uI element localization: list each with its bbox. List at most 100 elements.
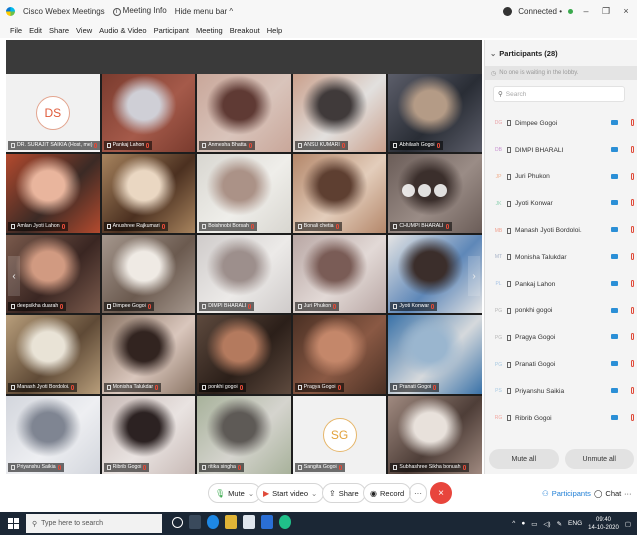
video-tile[interactable]: ANSU KUMARI [292, 74, 387, 153]
video-tile[interactable]: Boishnobi Borsah [197, 154, 291, 233]
menu-item-file[interactable]: File [10, 26, 22, 35]
video-tile[interactable]: Ribrib Gogoi [101, 395, 196, 474]
participant-row[interactable]: PG ponkhi gogoi [485, 298, 637, 325]
video-tile[interactable]: Anmesha Bhatta [197, 74, 291, 153]
video-tile[interactable]: DIMPI BHARALI [197, 234, 291, 314]
pin-icon[interactable] [402, 184, 416, 198]
participant-row[interactable]: MB Manash Jyoti Bordoloi. [485, 217, 637, 244]
video-tile[interactable]: Priyanshu Saikia [6, 395, 100, 474]
muted-mic-icon[interactable] [631, 306, 634, 314]
menu-item-view[interactable]: View [76, 26, 92, 35]
participant-row[interactable]: JK Jyoti Konwar [485, 190, 637, 217]
share-button[interactable]: ⇪ Share [322, 483, 366, 503]
muted-mic-icon[interactable] [631, 119, 634, 126]
video-tile[interactable]: ponkhi gogoi [197, 315, 291, 394]
mute-all-button[interactable]: Mute all [489, 449, 559, 469]
video-tile[interactable]: Juri Phukon [292, 234, 387, 314]
video-tile[interactable]: Subhashree Sikha bonuah [388, 395, 482, 474]
menu-item-help[interactable]: Help [267, 26, 282, 35]
language-indicator[interactable]: ENG [568, 520, 582, 527]
muted-mic-icon[interactable] [631, 279, 634, 287]
muted-mic-icon[interactable] [631, 360, 634, 368]
edge-browser-icon[interactable] [207, 515, 219, 529]
unmute-all-button[interactable]: Unmute all [564, 449, 634, 469]
windows-start-icon[interactable] [8, 518, 19, 529]
video-tile[interactable]: Manash Jyoti Bordoloi. [6, 315, 100, 394]
participant-row[interactable]: MT Monisha Talukdar [485, 244, 637, 271]
hide-menu-bar-button[interactable]: Hide menu bar ^ [175, 7, 233, 16]
muted-mic-icon[interactable] [631, 145, 634, 153]
video-tile[interactable]: Dimpee Gogoi [101, 234, 196, 314]
cortana-icon[interactable] [172, 516, 183, 528]
participant-row[interactable]: DB DIMPI BHARALI [485, 137, 637, 164]
record-button[interactable]: ◉ Record [363, 483, 412, 503]
taskbar-search-box[interactable]: ⚲ Type here to search [26, 514, 162, 533]
restore-button[interactable]: ❐ [599, 6, 613, 17]
participant-row[interactable]: PS Priyanshu Saikia [485, 378, 637, 405]
webex-taskbar-icon[interactable] [279, 515, 291, 529]
chat-panel-button[interactable]: ◯ Chat [594, 483, 621, 503]
mail-icon[interactable] [261, 515, 273, 529]
network-icon[interactable]: ▭ [531, 520, 537, 528]
store-icon[interactable] [243, 515, 255, 529]
connection-status[interactable]: Connected • [518, 7, 562, 16]
muted-mic-icon[interactable] [631, 386, 634, 394]
muted-mic-icon[interactable] [631, 333, 634, 341]
system-clock[interactable]: 09:40 14-10-2020 [588, 516, 619, 532]
next-page-arrow-icon[interactable]: › [468, 256, 480, 296]
video-tile[interactable]: Pranati Gogoi [388, 315, 482, 394]
video-tile[interactable]: DS DR. SURAJIT SAIKIA (Host, me) [6, 74, 100, 153]
end-meeting-button[interactable]: × [430, 482, 452, 504]
close-window-button[interactable]: × [619, 6, 633, 16]
muted-mic-icon[interactable] [631, 172, 634, 180]
task-view-icon[interactable] [189, 515, 201, 529]
muted-mic-icon[interactable] [631, 199, 634, 207]
video-tile[interactable]: Anushree Rajkumari [101, 154, 196, 233]
minimize-button[interactable]: – [579, 6, 593, 16]
previous-page-arrow-icon[interactable]: ‹ [8, 256, 20, 296]
start-video-button[interactable]: ▶ Start video ⌄ [256, 483, 325, 503]
video-tile[interactable]: Amlan Jyoti Lahon [6, 154, 100, 233]
menu-item-audio-video[interactable]: Audio & Video [99, 26, 146, 35]
menu-item-edit[interactable]: Edit [29, 26, 42, 35]
tray-chevron-icon[interactable]: ^ [512, 520, 515, 527]
participant-search-input[interactable]: ⚲ Search [493, 86, 625, 102]
video-tile[interactable]: ritika singha [197, 395, 291, 474]
muted-mic-icon[interactable] [631, 413, 634, 421]
muted-mic-icon[interactable] [631, 252, 634, 260]
mute-button[interactable]: 🎙 Mute ⌄ [208, 483, 262, 503]
pen-icon[interactable]: ✎ [557, 520, 562, 528]
video-tile[interactable]: Pankaj Lahon [101, 74, 196, 153]
menu-item-breakout[interactable]: Breakout [230, 26, 260, 35]
muted-mic-icon[interactable] [631, 226, 634, 234]
person-icon[interactable]: ● [521, 520, 525, 527]
participant-row[interactable]: PG Pranati Gogoi [485, 351, 637, 378]
video-tile[interactable]: deepsikha duarah [6, 234, 100, 314]
video-tile[interactable]: Pragya Gogoi [292, 315, 387, 394]
chevron-down-icon[interactable]: ⌄ [311, 489, 317, 498]
volume-icon[interactable]: ◁) [543, 520, 550, 528]
file-explorer-icon[interactable] [225, 515, 237, 529]
video-tile[interactable]: Bonali chetia [292, 154, 387, 233]
participant-row[interactable]: RG Ribrib Gogoi [485, 405, 637, 432]
notification-icon[interactable]: ▢ [625, 520, 631, 528]
collapse-chevron-icon[interactable]: ⌄ [490, 49, 496, 58]
chevron-down-icon[interactable]: ⌄ [248, 489, 254, 498]
menu-item-share[interactable]: Share [49, 26, 69, 35]
more-panels-button[interactable]: ··· [624, 483, 632, 503]
menu-item-participant[interactable]: Participant [154, 26, 189, 35]
more-options-button[interactable]: ··· [409, 483, 427, 503]
participant-row[interactable]: PG Pragya Gogoi [485, 324, 637, 351]
settings-icon[interactable] [434, 184, 448, 198]
meeting-info-button[interactable]: i Meeting Info [112, 6, 167, 16]
video-tile[interactable]: SG Sangita Gogoi [292, 395, 387, 474]
video-tile[interactable]: Monisha Talukdar [101, 315, 196, 394]
video-tile[interactable]: CHUMPI BHARALI [388, 154, 482, 233]
message-icon[interactable] [418, 184, 432, 198]
participant-row[interactable]: JP Juri Phukon [485, 164, 637, 191]
participants-panel-button[interactable]: ⚇ Participants [542, 483, 591, 503]
menu-item-meeting[interactable]: Meeting [196, 26, 223, 35]
participant-row[interactable]: DG Dimpee Gogoi [485, 110, 637, 137]
video-tile[interactable]: Abhilash Gogoi [388, 74, 482, 153]
participant-row[interactable]: PL Pankaj Lahon [485, 271, 637, 298]
